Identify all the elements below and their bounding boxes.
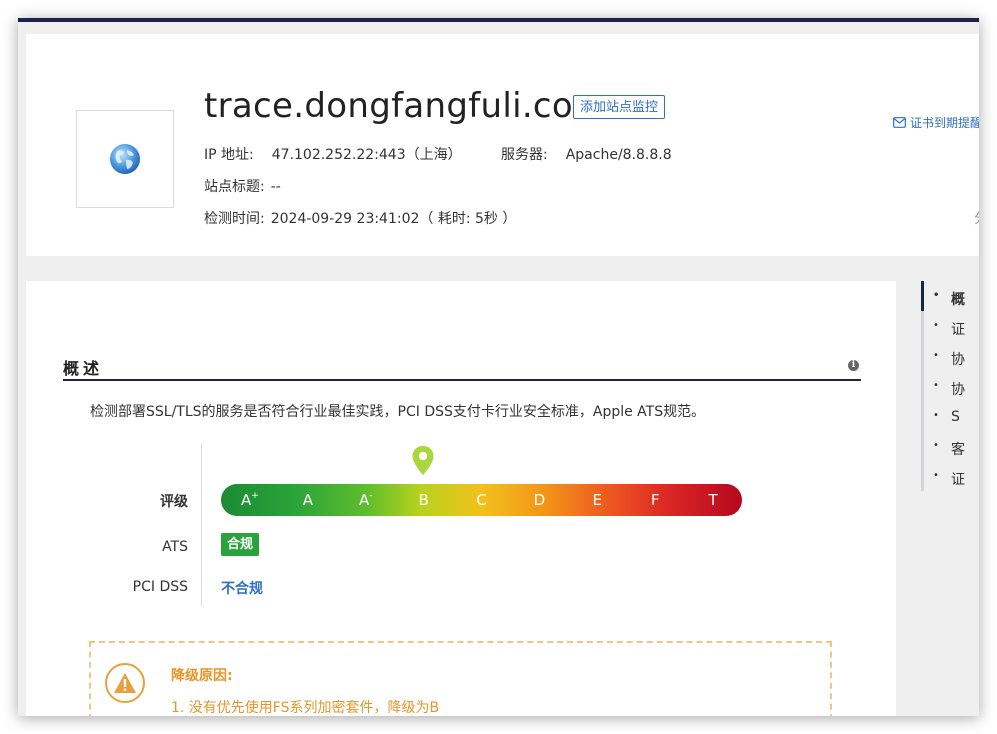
grade-f: F: [650, 491, 660, 509]
ats-label: ATS: [162, 539, 188, 555]
side-nav-item-certificate-2[interactable]: 证: [933, 469, 965, 489]
downgrade-reason-item: 1. 没有优先使用FS系列加密套件，降级为B: [171, 700, 440, 716]
server-line: 服务器: Apache/8.8.8.8: [501, 144, 672, 164]
grade-label: 评级: [160, 494, 188, 510]
side-nav-item-protocol-1[interactable]: 协: [933, 349, 965, 369]
server-label: 服务器:: [501, 147, 548, 163]
ip-line: IP 地址: 47.102.252.22:443（上海）: [204, 144, 462, 164]
grade-a-minus: A-: [358, 491, 373, 509]
site-favicon-box: [76, 110, 174, 208]
app-window: trace.dongfangfuli.com 添加站点监控 IP 地址: 47.1…: [18, 18, 979, 716]
ip-label: IP 地址:: [204, 147, 254, 163]
side-nav-item-certificate[interactable]: 证: [933, 319, 965, 339]
downgrade-reason-title: 降级原因:: [171, 668, 233, 684]
site-header-card: trace.dongfangfuli.com 添加站点监控 IP 地址: 47.1…: [26, 34, 979, 256]
side-nav-active-indicator: [921, 281, 924, 311]
side-nav-item-s[interactable]: S: [933, 409, 960, 425]
side-nav-item-overview[interactable]: 概: [933, 289, 965, 309]
ats-status-badge: 合规: [221, 533, 260, 556]
section-title: 概述: [63, 359, 104, 378]
grade-a: A: [302, 491, 313, 509]
side-navigation: 概 证 协 协 S 客 证: [921, 281, 979, 493]
grade-scale-bar: A+ A A- B C D E F T: [221, 484, 742, 516]
site-title-label: 站点标题:: [204, 179, 265, 195]
divider: [201, 444, 202, 606]
server-value: Apache/8.8.8.8: [565, 147, 672, 163]
side-nav-item-client[interactable]: 客: [933, 439, 965, 459]
grade-marker-pin-icon: [412, 446, 434, 475]
mail-icon: [893, 117, 906, 128]
cert-expiry-reminder-link[interactable]: 证书到期提醒: [893, 114, 979, 131]
warning-icon: [105, 663, 145, 703]
grade-a-plus: A+: [241, 491, 259, 509]
check-time-value: 2024-09-29 23:41:02（ 耗时: 5秒 ）: [270, 211, 517, 227]
grade-d: D: [533, 491, 546, 509]
side-nav-track: [921, 281, 924, 491]
grade-c: C: [476, 491, 487, 509]
cert-expiry-reminder-label: 证书到期提醒: [910, 116, 979, 130]
section-header: 概述 i: [63, 355, 861, 381]
share-label-fragment[interactable]: 分: [974, 208, 979, 228]
grade-t: T: [708, 491, 718, 509]
downgrade-reason-box: 降级原因: 1. 没有优先使用FS系列加密套件，降级为B: [89, 641, 832, 716]
pci-dss-status[interactable]: 不合规: [221, 578, 263, 598]
globe-icon: [110, 144, 140, 174]
info-icon[interactable]: i: [848, 360, 859, 371]
add-monitor-button[interactable]: 添加站点监控: [573, 95, 666, 119]
grade-e: E: [592, 491, 603, 509]
pci-dss-label: PCI DSS: [132, 579, 188, 595]
ip-value: 47.102.252.22:443（上海）: [271, 147, 462, 163]
site-title-value: --: [270, 179, 281, 195]
grade-b: B: [418, 491, 429, 509]
site-domain-title: trace.dongfangfuli.com: [204, 86, 607, 126]
check-time-line: 检测时间: 2024-09-29 23:41:02（ 耗时: 5秒 ）: [204, 208, 516, 228]
site-title-line: 站点标题: --: [204, 176, 281, 196]
section-description: 检测部署SSL/TLS的服务是否符合行业最佳实践，PCI DSS支付卡行业安全标…: [90, 404, 706, 420]
summary-card: 概述 i 检测部署SSL/TLS的服务是否符合行业最佳实践，PCI DSS支付卡…: [26, 281, 896, 716]
side-nav-item-protocol-2[interactable]: 协: [933, 379, 965, 399]
check-time-label: 检测时间:: [204, 211, 265, 227]
